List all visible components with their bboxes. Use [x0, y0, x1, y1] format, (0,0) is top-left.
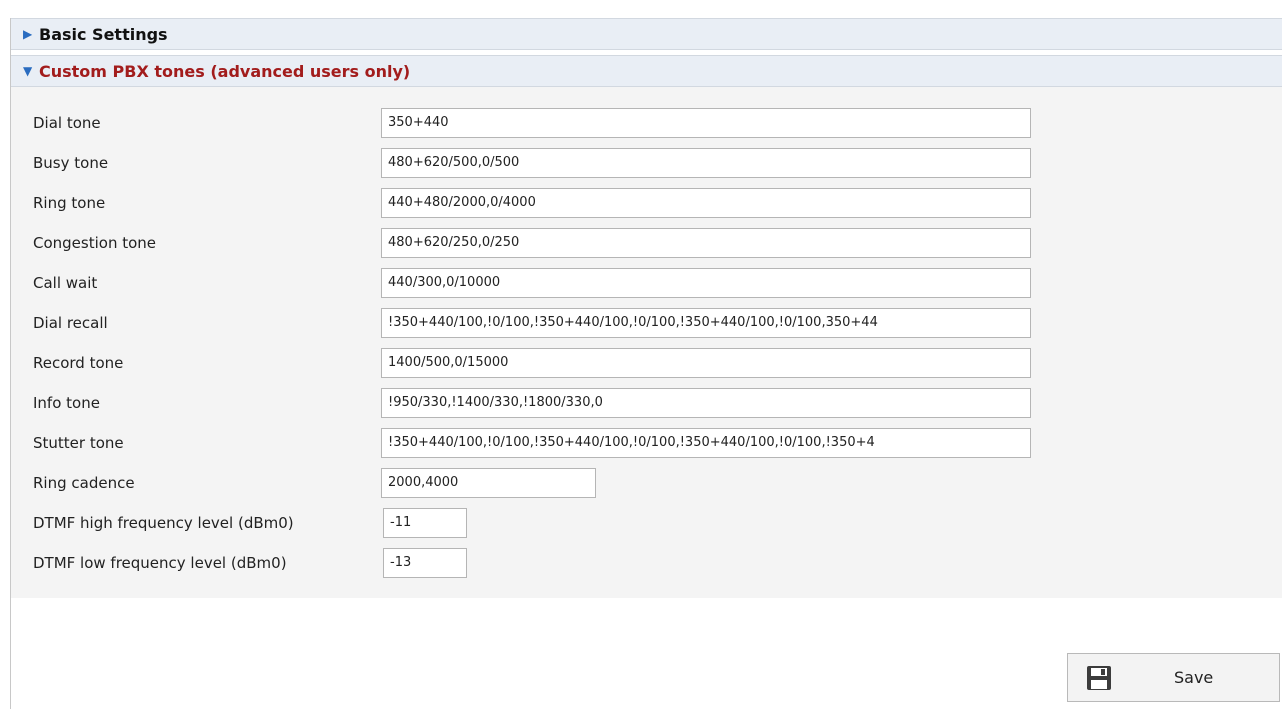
record-tone-row: Record tone 1400/500,0/15000 — [33, 348, 1031, 378]
congestion-tone-row: Congestion tone 480+620/250,0/250 — [33, 228, 1031, 258]
record-tone-input[interactable]: 1400/500,0/15000 — [381, 348, 1031, 378]
ring-tone-input[interactable]: 440+480/2000,0/4000 — [381, 188, 1031, 218]
save-button-label: Save — [1174, 668, 1214, 687]
congestion-tone-input[interactable]: 480+620/250,0/250 — [381, 228, 1031, 258]
record-tone-label: Record tone — [33, 354, 124, 372]
section-basic-settings-title: Basic Settings — [39, 24, 168, 44]
dial-tone-input[interactable]: 350+440 — [381, 108, 1031, 138]
stutter-tone-label: Stutter tone — [33, 434, 124, 452]
dial-tone-row: Dial tone 350+440 — [33, 108, 1031, 138]
busy-tone-label: Busy tone — [33, 154, 109, 172]
info-tone-row: Info tone !950/330,!1400/330,!1800/330,0 — [33, 388, 1031, 418]
ring-cadence-input[interactable]: 2000,4000 — [381, 468, 596, 498]
ring-tone-label: Ring tone — [33, 194, 106, 212]
section-custom-pbx-tones-title: Custom PBX tones (advanced users only) — [39, 61, 411, 81]
dial-tone-label: Dial tone — [33, 114, 101, 132]
triangle-right-icon: ▶ — [23, 27, 33, 41]
dtmf-low-label: DTMF low frequency level (dBm0) — [33, 554, 287, 572]
call-wait-row: Call wait 440/300,0/10000 — [33, 268, 1031, 298]
ring-cadence-row: Ring cadence 2000,4000 — [33, 468, 596, 498]
congestion-tone-label: Congestion tone — [33, 234, 157, 252]
triangle-down-icon: ▼ — [23, 64, 33, 78]
dtmf-high-row: DTMF high frequency level (dBm0) -11 — [33, 508, 467, 538]
dtmf-low-row: DTMF low frequency level (dBm0) -13 — [33, 548, 467, 578]
ring-tone-row: Ring tone 440+480/2000,0/4000 — [33, 188, 1031, 218]
dtmf-high-input[interactable]: -11 — [383, 508, 467, 538]
floppy-disk-icon — [1087, 665, 1111, 690]
stutter-tone-row: Stutter tone !350+440/100,!0/100,!350+44… — [33, 428, 1031, 458]
busy-tone-row: Busy tone 480+620/500,0/500 — [33, 148, 1031, 178]
dtmf-high-label: DTMF high frequency level (dBm0) — [33, 514, 294, 532]
info-tone-input[interactable]: !950/330,!1400/330,!1800/330,0 — [381, 388, 1031, 418]
dial-recall-input[interactable]: !350+440/100,!0/100,!350+440/100,!0/100,… — [381, 308, 1031, 338]
dial-recall-label: Dial recall — [33, 314, 108, 332]
save-button[interactable]: Save — [1067, 653, 1280, 702]
call-wait-input[interactable]: 440/300,0/10000 — [381, 268, 1031, 298]
dtmf-low-input[interactable]: -13 — [383, 548, 467, 578]
section-custom-pbx-tones[interactable]: ▼ Custom PBX tones (advanced users only) — [11, 55, 1282, 87]
info-tone-label: Info tone — [33, 394, 100, 412]
dial-recall-row: Dial recall !350+440/100,!0/100,!350+440… — [33, 308, 1031, 338]
busy-tone-input[interactable]: 480+620/500,0/500 — [381, 148, 1031, 178]
section-basic-settings[interactable]: ▶ Basic Settings — [11, 18, 1282, 50]
ring-cadence-label: Ring cadence — [33, 474, 135, 492]
call-wait-label: Call wait — [33, 274, 98, 292]
stutter-tone-input[interactable]: !350+440/100,!0/100,!350+440/100,!0/100,… — [381, 428, 1031, 458]
